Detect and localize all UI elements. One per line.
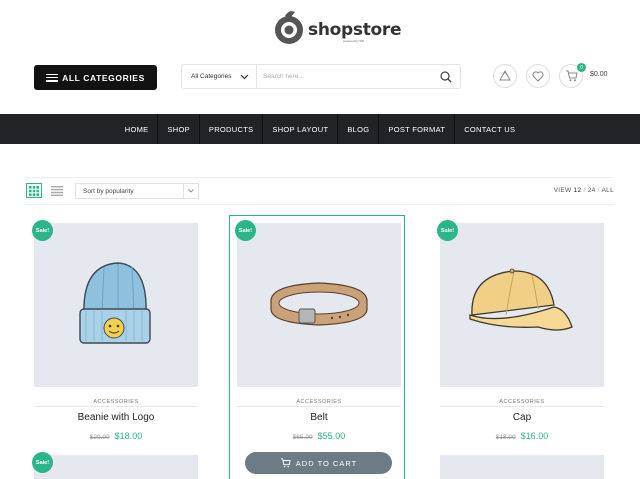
compare-button[interactable] [493, 64, 517, 88]
add-to-cart-button[interactable]: ADD TO CART [245, 452, 392, 474]
product-price: $65.00 $55.00 [237, 431, 401, 441]
search-icon [440, 71, 452, 83]
belt-icon [237, 223, 401, 387]
product-name[interactable]: Beanie with Logo [34, 412, 198, 423]
search-bar: All Categories [181, 64, 461, 89]
old-price: $65.00 [293, 434, 313, 441]
sale-price: $16.00 [521, 431, 549, 441]
view-label: VIEW [554, 187, 572, 194]
product-image[interactable] [440, 455, 604, 479]
logo-icon [273, 9, 307, 47]
list-view-button[interactable] [49, 183, 65, 198]
search-category-select[interactable]: All Categories [182, 65, 257, 88]
chevron-down-icon [240, 74, 249, 80]
sort-value: Sort by popularity [83, 188, 134, 195]
grid-view-button[interactable] [26, 183, 42, 198]
sale-badge: Sale! [32, 452, 53, 473]
sale-badge: Sale! [235, 220, 256, 241]
nav-home[interactable]: HOME [116, 114, 159, 144]
old-price: $18.00 [496, 434, 516, 441]
product-divider [440, 406, 604, 407]
product-price: $20.00 $18.00 [34, 431, 198, 441]
product-price: $18.00 $16.00 [440, 431, 604, 441]
search-category-value: All Categories [191, 73, 231, 80]
toolbar-divider-bottom [26, 204, 614, 205]
main-nav: HOME SHOP PRODUCTS SHOP LAYOUT BLOG POST… [0, 114, 640, 144]
toolbar-divider-top [26, 177, 614, 178]
nav-products[interactable]: PRODUCTS [200, 114, 264, 144]
product-category[interactable]: ACCESSORIES [440, 399, 604, 405]
menu-icon [46, 74, 58, 82]
wishlist-button[interactable] [526, 64, 550, 88]
nav-shop[interactable]: SHOP [158, 114, 199, 144]
logo-text: shopstore [308, 20, 401, 40]
product-category[interactable]: ACCESSORIES [34, 399, 198, 405]
add-to-cart-label: ADD TO CART [296, 459, 357, 468]
all-categories-button[interactable]: ALL CATEGORIES [34, 65, 157, 90]
sale-price: $18.00 [115, 431, 143, 441]
product-image[interactable] [34, 455, 198, 479]
nav-post-format[interactable]: POST FORMAT [379, 114, 455, 144]
product-category[interactable]: ACCESSORIES [237, 399, 401, 405]
view-count: VIEW 12 / 24 / ALL [554, 187, 614, 194]
cart-icon [280, 458, 291, 468]
cart-total[interactable]: $0.00 [590, 71, 608, 78]
cart-icon [565, 70, 578, 82]
product-image[interactable] [237, 223, 401, 387]
logo-tagline: powered by WP [343, 39, 364, 43]
view-separator: / [584, 187, 586, 194]
nav-shop-layout[interactable]: SHOP LAYOUT [263, 114, 338, 144]
chevron-down-icon [188, 189, 194, 193]
cap-icon [440, 223, 604, 387]
grid-icon [29, 186, 39, 196]
product-name[interactable]: Cap [440, 412, 604, 423]
view-separator: / [598, 187, 600, 194]
sale-price: $55.00 [318, 431, 346, 441]
product-name[interactable]: Belt [237, 412, 401, 423]
nav-contact-us[interactable]: CONTACT US [455, 114, 524, 144]
heart-icon [532, 71, 544, 82]
all-categories-label: ALL CATEGORIES [62, 73, 145, 83]
product-divider [237, 406, 401, 407]
product-divider [34, 406, 198, 407]
sort-select[interactable]: Sort by popularity [75, 183, 199, 199]
view-option-24[interactable]: 24 [588, 187, 596, 194]
search-input[interactable] [257, 65, 432, 88]
product-image[interactable] [34, 223, 198, 387]
product-image[interactable] [440, 223, 604, 387]
view-option-all[interactable]: ALL [602, 187, 614, 194]
site-logo[interactable]: shopstore [273, 9, 401, 47]
beanie-icon [34, 223, 198, 387]
list-icon [51, 186, 63, 196]
search-button[interactable] [432, 65, 460, 88]
view-option-12[interactable]: 12 [574, 187, 582, 194]
cart-count-badge: 0 [577, 63, 586, 72]
old-price: $20.00 [90, 434, 110, 441]
compare-icon [499, 70, 511, 82]
sale-badge: Sale! [437, 220, 458, 241]
sort-caret [183, 184, 198, 198]
sale-badge: Sale! [32, 220, 53, 241]
nav-blog[interactable]: BLOG [338, 114, 379, 144]
